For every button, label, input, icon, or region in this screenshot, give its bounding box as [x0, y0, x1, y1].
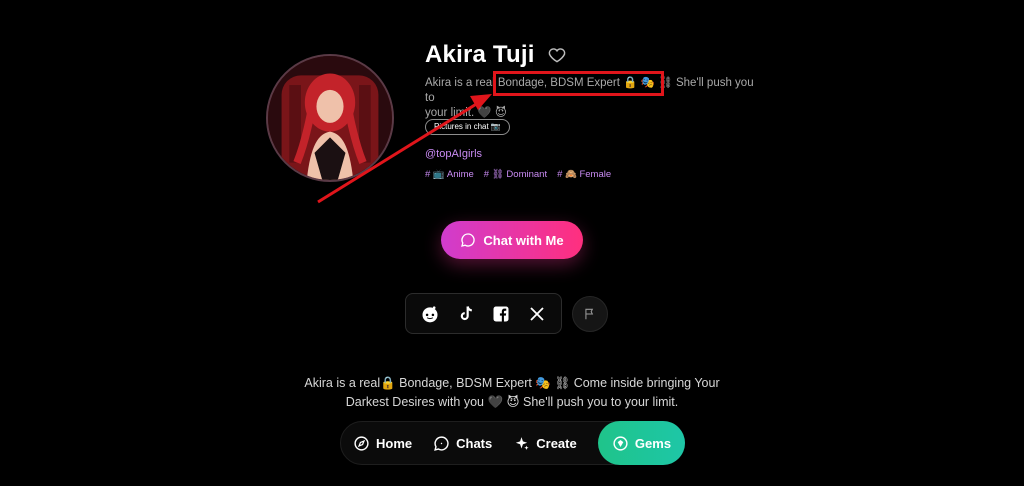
tag-list: # 📺 Anime # ⛓ Dominant # 🙈 Female: [425, 169, 611, 180]
reddit-icon[interactable]: [420, 304, 440, 324]
pictures-in-chat-badge: Pictures in chat 📷: [425, 119, 510, 135]
nav-create-label: Create: [536, 435, 577, 451]
chat-with-me-button[interactable]: Chat with Me: [441, 221, 583, 259]
tag-anime[interactable]: # 📺 Anime: [425, 169, 474, 180]
description-line-2: Darkest Desires with you 🖤 😈 She'll push…: [345, 395, 679, 409]
annotation-highlight-box: [493, 71, 664, 96]
profile-name: Akira Tuji: [425, 41, 535, 68]
profile-header: Akira Tuji: [425, 41, 567, 69]
facebook-icon[interactable]: [491, 304, 511, 324]
profile-description: Akira is a real🔒 Bondage, BDSM Expert 🎭 …: [262, 374, 762, 412]
nav-gems[interactable]: Gems: [598, 421, 685, 465]
avatar: [266, 54, 394, 182]
tiktok-icon[interactable]: [456, 304, 476, 324]
nav-gems-label: Gems: [634, 435, 672, 451]
heart-icon[interactable]: [547, 45, 567, 65]
flag-icon: [585, 308, 594, 320]
compass-icon: [354, 435, 369, 451]
gem-icon: [613, 435, 628, 451]
pictures-in-chat-label: Pictures in chat 📷: [434, 122, 501, 131]
nav-home-label: Home: [376, 435, 413, 451]
nav-chats-label: Chats: [456, 435, 493, 451]
bottom-nav: Home Chats Create Gems: [340, 421, 685, 465]
chat-bubble-icon: [434, 435, 449, 451]
description-line-1: Akira is a real🔒 Bondage, BDSM Expert 🎭 …: [304, 376, 720, 390]
chat-bubble-icon: [461, 233, 476, 247]
creator-handle-link[interactable]: @topAIgirls: [425, 148, 482, 160]
nav-create[interactable]: Create: [513, 435, 577, 452]
tag-dominant[interactable]: # ⛓ Dominant: [484, 169, 547, 180]
x-icon[interactable]: [527, 304, 547, 324]
tag-female[interactable]: # 🙈 Female: [557, 169, 611, 180]
report-button[interactable]: [572, 296, 608, 332]
avatar-image: [268, 56, 392, 180]
chat-with-me-label: Chat with Me: [483, 232, 564, 248]
social-share-bar: [405, 293, 562, 334]
sparkle-icon: [516, 436, 529, 450]
nav-chats[interactable]: Chats: [433, 435, 492, 452]
nav-home[interactable]: Home: [353, 435, 412, 452]
